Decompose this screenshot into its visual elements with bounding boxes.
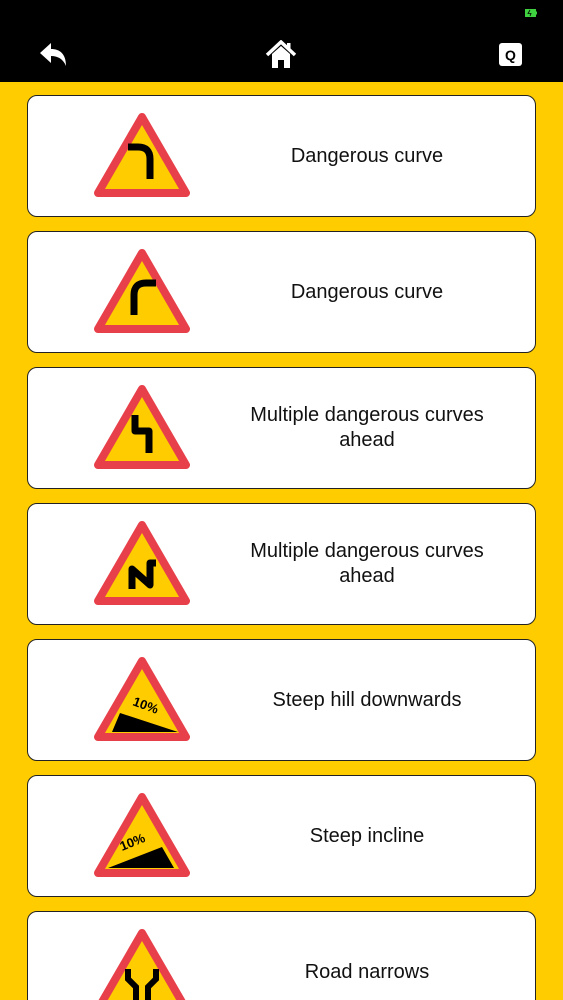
back-button[interactable] [36, 38, 70, 72]
sign-label: Steep hill downwards [272, 688, 462, 711]
quiz-button[interactable]: Q [499, 43, 522, 66]
sign-card[interactable]: Dangerous curve [27, 231, 536, 353]
sign-label: Dangerous curve [290, 280, 444, 303]
steep-ascent-icon: 10% [94, 793, 190, 877]
sign-card[interactable]: Multiple dangerous curves ahead [27, 503, 536, 625]
steep-descent-icon: 10% [94, 657, 190, 741]
sign-card[interactable]: 10% Steep hill downwards [27, 639, 536, 761]
back-arrow-icon [40, 43, 66, 66]
sign-label: Multiple dangerous curves ahead [250, 540, 484, 587]
double-curve-right-icon [94, 385, 190, 469]
sign-label: Steep incline [309, 824, 425, 847]
sign-label: Multiple dangerous curves ahead [250, 404, 484, 451]
curve-right-icon [94, 113, 190, 197]
home-button[interactable] [264, 38, 298, 72]
sign-card[interactable]: Multiple dangerous curves ahead [27, 367, 536, 489]
road-narrows-icon [98, 929, 186, 1000]
battery-icon [525, 9, 537, 17]
sign-card[interactable]: Dangerous curve [27, 95, 536, 217]
sign-label: Road narrows [304, 960, 430, 983]
sign-card[interactable]: Road narrows [27, 911, 536, 1000]
double-curve-left-icon [94, 521, 190, 605]
curve-left-icon [94, 249, 190, 333]
sign-card[interactable]: 10% Steep incline [27, 775, 536, 897]
top-bar: Q [0, 0, 563, 82]
home-icon [265, 40, 297, 68]
sign-label: Dangerous curve [290, 144, 444, 167]
